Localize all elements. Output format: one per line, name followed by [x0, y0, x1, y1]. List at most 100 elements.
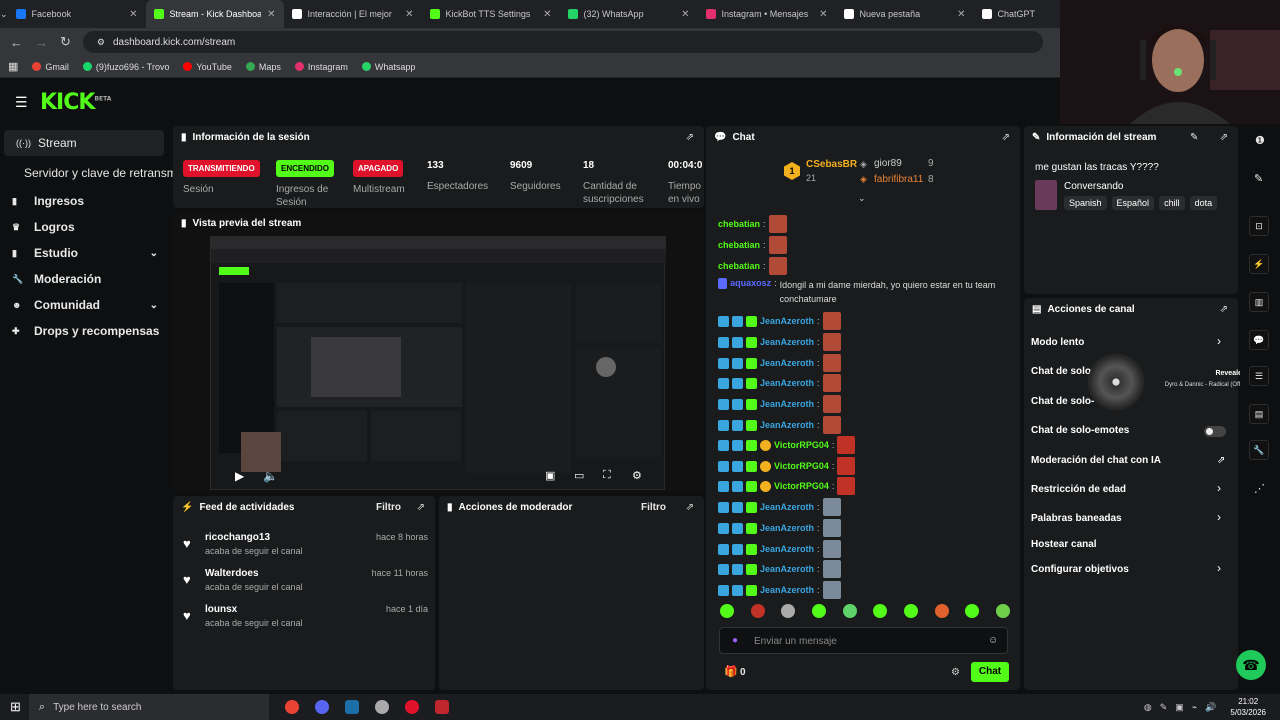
chat-username[interactable]: JeanAzeroth — [760, 564, 814, 574]
stream-tag[interactable]: chill — [1159, 196, 1185, 210]
rail-bolt-icon[interactable]: ⚡ — [1249, 254, 1269, 274]
browser-tab[interactable]: Interacción | El mejor ✕ — [284, 0, 422, 28]
channel-action-item[interactable]: Configurar objetivos — [1031, 564, 1129, 575]
discord-taskbar-icon[interactable] — [314, 700, 329, 714]
channel-action-item[interactable]: Modo lento — [1031, 337, 1084, 348]
browser-tab[interactable]: Instagram • Mensajes ✕ — [698, 0, 836, 28]
whatsapp-tray-icon[interactable]: ◍ — [1144, 702, 1152, 713]
channel-action-item[interactable]: Restricción de edad — [1031, 484, 1126, 495]
chat-username[interactable]: JeanAzeroth — [760, 399, 814, 409]
forward-icon[interactable]: → — [35, 35, 48, 50]
chat-username[interactable]: JeanAzeroth — [760, 337, 814, 347]
chat-username[interactable]: chebatian — [718, 219, 760, 229]
channel-action-item[interactable]: Chat de solo- — [1031, 396, 1094, 407]
volume-tray-icon[interactable]: 🔊 — [1205, 702, 1216, 713]
emote-icon[interactable] — [873, 604, 888, 618]
emote-icon[interactable] — [750, 604, 765, 618]
mic-icon[interactable]: ● — [732, 635, 738, 646]
browser-tab[interactable]: KickBot TTS Settings ✕ — [422, 0, 560, 28]
clock[interactable]: 21:02 5/03/2026 — [1230, 696, 1266, 718]
leader-2-name[interactable]: gior89 — [874, 158, 902, 169]
feed-popout-icon[interactable]: ⇗ — [417, 502, 425, 513]
support-chat-icon[interactable]: ☎ — [1236, 650, 1266, 680]
back-icon[interactable]: ← — [10, 35, 23, 50]
steam-taskbar-icon[interactable] — [344, 700, 359, 714]
emoji-icon[interactable]: ☺ — [988, 635, 998, 646]
browser-tab[interactable]: (32) WhatsApp ✕ — [560, 0, 698, 28]
stream-tag[interactable]: Spanish — [1064, 196, 1107, 210]
chat-popout-icon[interactable]: ⇗ — [1002, 132, 1010, 143]
sidebar-item-ingresos[interactable]: ▮ Ingresos — [0, 188, 172, 214]
external-link-icon[interactable]: ⇗ — [1217, 455, 1225, 466]
url-field[interactable]: ⚙ dashboard.kick.com/stream — [82, 31, 1043, 53]
browser-tab[interactable]: Nueva pestaña ✕ — [836, 0, 974, 28]
rail-share-icon[interactable]: ⋰ — [1254, 482, 1265, 495]
network-tray-icon[interactable]: ⌁ — [1192, 702, 1197, 713]
taskbar-search[interactable]: ⌕ Type here to search — [28, 694, 269, 720]
windows-start-icon[interactable]: ⊞ — [10, 699, 21, 715]
chevron-right-icon[interactable]: › — [1217, 510, 1221, 524]
chrome-taskbar-icon[interactable] — [284, 700, 299, 714]
browser-tab[interactable]: Facebook ✕ — [8, 0, 146, 28]
tab-close-icon[interactable]: ✕ — [267, 9, 275, 20]
emote-icon[interactable] — [934, 604, 949, 618]
stream-preview-video[interactable]: ▶ 🔈 ▣ ▭ ⛶ ⚙ — [210, 236, 666, 490]
rail-chat-icon[interactable]: 💬 — [1249, 330, 1269, 350]
pen-tray-icon[interactable]: ✎ — [1160, 702, 1168, 713]
emote-icon[interactable] — [965, 604, 980, 618]
browser-tab[interactable]: Stream - Kick Dashboard ✕ — [145, 0, 284, 28]
sidebar-item-estudio[interactable]: ▮ Estudio ⌄ — [0, 240, 172, 266]
menu-icon[interactable]: ☰ — [15, 94, 28, 111]
channel-action-item[interactable]: Chat de solo-emotes — [1031, 425, 1129, 436]
pip-icon[interactable]: ▣ — [545, 469, 555, 482]
chat-username[interactable]: JeanAzeroth — [760, 420, 814, 430]
tab-close-icon[interactable]: ✕ — [681, 9, 689, 20]
reload-icon[interactable]: ↻ — [60, 34, 71, 50]
chat-username[interactable]: JeanAzeroth — [760, 544, 814, 554]
chat-username[interactable]: chebatian — [718, 261, 760, 271]
rail-doc-icon[interactable]: ▥ — [1249, 292, 1269, 312]
chat-username[interactable]: JeanAzeroth — [760, 358, 814, 368]
bookmark-item[interactable]: (9)fuzo696 - Trovo — [82, 62, 169, 72]
site-info-icon[interactable]: ⚙ — [97, 37, 105, 48]
bookmark-item[interactable]: Instagram — [294, 62, 348, 72]
stream-tag[interactable]: Español — [1111, 196, 1155, 210]
tab-close-icon[interactable]: ✕ — [543, 9, 551, 20]
chevron-right-icon[interactable]: › — [1217, 481, 1221, 495]
apps-icon[interactable]: ▦ — [8, 60, 18, 73]
chevron-down-icon[interactable]: ⌄ — [150, 300, 158, 311]
sidebar-item-comunidad[interactable]: ☻ Comunidad ⌄ — [0, 292, 172, 318]
tab-close-icon[interactable]: ✕ — [129, 9, 137, 20]
sidebar-item-stream[interactable]: ((·)) Stream — [4, 130, 164, 156]
rail-wrench-icon[interactable]: 🔧 — [1249, 440, 1269, 460]
emote-icon[interactable] — [903, 604, 918, 618]
popout-icon[interactable]: ⇗ — [686, 132, 694, 143]
channel-action-item[interactable]: Palabras baneadas — [1031, 513, 1122, 524]
stream-tag[interactable]: dota — [1189, 196, 1218, 210]
leaderboard-expand-icon[interactable]: ⌄ — [858, 193, 866, 204]
chat-send-button[interactable]: Chat — [971, 662, 1009, 682]
settings-icon[interactable]: ⚙ — [632, 469, 642, 482]
points-icon[interactable]: 🎁 — [724, 665, 738, 678]
rail-clip-icon[interactable]: ⊡ — [1249, 216, 1269, 236]
chat-username[interactable]: JeanAzeroth — [760, 523, 814, 533]
feed-user[interactable]: Walterdoes — [205, 568, 259, 579]
chat-username[interactable]: JeanAzeroth — [760, 502, 814, 512]
tab-close-icon[interactable]: ✕ — [957, 9, 965, 20]
chevron-right-icon[interactable]: › — [1217, 334, 1221, 348]
emote-only-toggle[interactable] — [1204, 426, 1226, 437]
chevron-down-icon[interactable]: ⌄ — [150, 248, 158, 259]
rail-archive-icon[interactable]: ▤ — [1249, 404, 1269, 424]
leader-3-name[interactable]: fabrifibra11 — [874, 174, 923, 185]
tab-search-icon[interactable]: ⌄ — [0, 0, 8, 28]
bookmark-item[interactable]: Whatsapp — [361, 62, 415, 72]
emote-icon[interactable] — [995, 604, 1010, 618]
channel-action-item[interactable]: Hostear canal — [1031, 539, 1097, 550]
bookmark-item[interactable]: Gmail — [32, 62, 69, 72]
app-tray-icon[interactable]: ▣ — [1175, 702, 1184, 713]
chat-settings-icon[interactable]: ⚙ — [951, 667, 960, 678]
emote-icon[interactable] — [781, 604, 796, 618]
chat-username[interactable]: JeanAzeroth — [760, 378, 814, 388]
category-value[interactable]: Conversando — [1064, 181, 1123, 192]
stream-info-popout-icon[interactable]: ⇗ — [1220, 132, 1228, 143]
